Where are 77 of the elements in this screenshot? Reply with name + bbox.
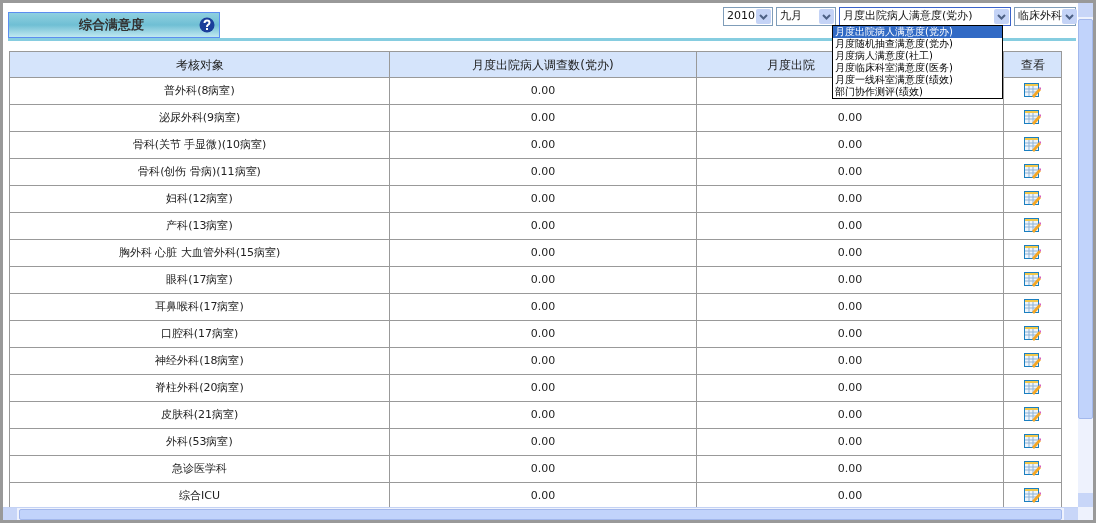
table-cell: 外科(53病室) [9, 428, 390, 456]
table-cell: 脊柱外科(20病室) [9, 374, 390, 402]
edit-table-icon[interactable] [1024, 326, 1041, 342]
table-cell: 0.00 [696, 347, 1004, 375]
table-cell: 0.00 [696, 239, 1004, 267]
table-cell: 皮肤科(21病室) [9, 401, 390, 429]
edit-table-icon[interactable] [1024, 353, 1041, 369]
table-cell: 0.00 [389, 374, 697, 402]
table-cell: 0.00 [696, 266, 1004, 294]
table-cell: 0.00 [696, 185, 1004, 213]
table-cell: 0.00 [696, 401, 1004, 429]
edit-table-icon[interactable] [1024, 164, 1041, 180]
edit-table-icon[interactable] [1024, 380, 1041, 396]
table-cell: 0.00 [389, 455, 697, 483]
table-cell: 0.00 [696, 374, 1004, 402]
table-cell: 0.00 [389, 347, 697, 375]
edit-table-icon[interactable] [1024, 299, 1041, 315]
table-cell: 0.00 [696, 104, 1004, 132]
table-cell: 眼科(17病室) [9, 266, 390, 294]
panel-tab[interactable]: 综合满意度 [8, 12, 220, 38]
table-cell: 0.00 [389, 104, 697, 132]
edit-table-icon[interactable] [1024, 83, 1041, 99]
table-cell: 骨科(关节 手显微)(10病室) [9, 131, 390, 159]
table-cell: 胸外科 心脏 大血管外科(15病室) [9, 239, 390, 267]
table-cell: 0.00 [696, 293, 1004, 321]
edit-table-icon[interactable] [1024, 488, 1041, 504]
table-cell: 0.00 [389, 239, 697, 267]
table-cell: 0.00 [389, 320, 697, 348]
edit-table-icon[interactable] [1024, 434, 1041, 450]
table-cell: 产科(13病室) [9, 212, 390, 240]
edit-table-icon[interactable] [1024, 191, 1041, 207]
table-cell: 0.00 [389, 212, 697, 240]
table-cell: 0.00 [389, 293, 697, 321]
table-cell: 0.00 [696, 320, 1004, 348]
table-cell: 耳鼻喉科(17病室) [9, 293, 390, 321]
edit-table-icon[interactable] [1024, 218, 1041, 234]
table-cell: 妇科(12病室) [9, 185, 390, 213]
table-cell: 0.00 [696, 428, 1004, 456]
table-cell: 0.00 [389, 428, 697, 456]
table-cell: 骨科(创伤 骨病)(11病室) [9, 158, 390, 186]
edit-table-icon[interactable] [1024, 407, 1041, 423]
table-cell: 0.00 [696, 158, 1004, 186]
table-cell: 神经外科(18病室) [9, 347, 390, 375]
select-field[interactable]: 九月 [776, 7, 836, 26]
table-cell: 0.00 [696, 455, 1004, 483]
table-cell: 0.00 [389, 401, 697, 429]
table-cell: 0.00 [389, 158, 697, 186]
dropdown-option[interactable]: 月度临床科室满意度(医务) [833, 62, 1002, 74]
table-cell: 口腔科(17病室) [9, 320, 390, 348]
edit-table-icon[interactable] [1024, 272, 1041, 288]
table-cell: 泌尿外科(9病室) [9, 104, 390, 132]
horizontal-scrollbar[interactable] [3, 507, 1078, 520]
select-field[interactable]: 临床外科 [1014, 7, 1076, 26]
dropdown-option[interactable]: 月度随机抽查满意度(党办) [833, 38, 1002, 50]
table-cell: 急诊医学科 [9, 455, 390, 483]
dropdown-option[interactable]: 月度病人满意度(社工) [833, 50, 1002, 62]
edit-table-icon[interactable] [1024, 110, 1041, 126]
table-cell: 普外科(8病室) [9, 77, 390, 105]
edit-table-icon[interactable] [1024, 245, 1041, 261]
column-header: 查看 [1003, 51, 1062, 78]
column-header: 考核对象 [9, 51, 390, 78]
table-cell: 0.00 [389, 185, 697, 213]
column-header: 月度出院病人调查数(党办) [389, 51, 697, 78]
table-cell: 0.00 [389, 266, 697, 294]
select-field[interactable]: 2010 [723, 7, 773, 26]
table-cell: 0.00 [696, 131, 1004, 159]
table-cell: 0.00 [389, 131, 697, 159]
dropdown-option[interactable]: 月度出院病人满意度(党办) [833, 26, 1002, 38]
table-cell: 0.00 [696, 212, 1004, 240]
table-cell: 0.00 [389, 77, 697, 105]
vertical-scrollbar[interactable] [1078, 3, 1093, 520]
help-icon[interactable] [199, 17, 215, 33]
panel-title: 综合满意度 [79, 16, 144, 35]
dropdown-option[interactable]: 部门协作测评(绩效) [833, 86, 1002, 98]
edit-table-icon[interactable] [1024, 137, 1041, 153]
select-field[interactable]: 月度出院病人满意度(党办) [839, 7, 1011, 26]
edit-table-icon[interactable] [1024, 461, 1041, 477]
